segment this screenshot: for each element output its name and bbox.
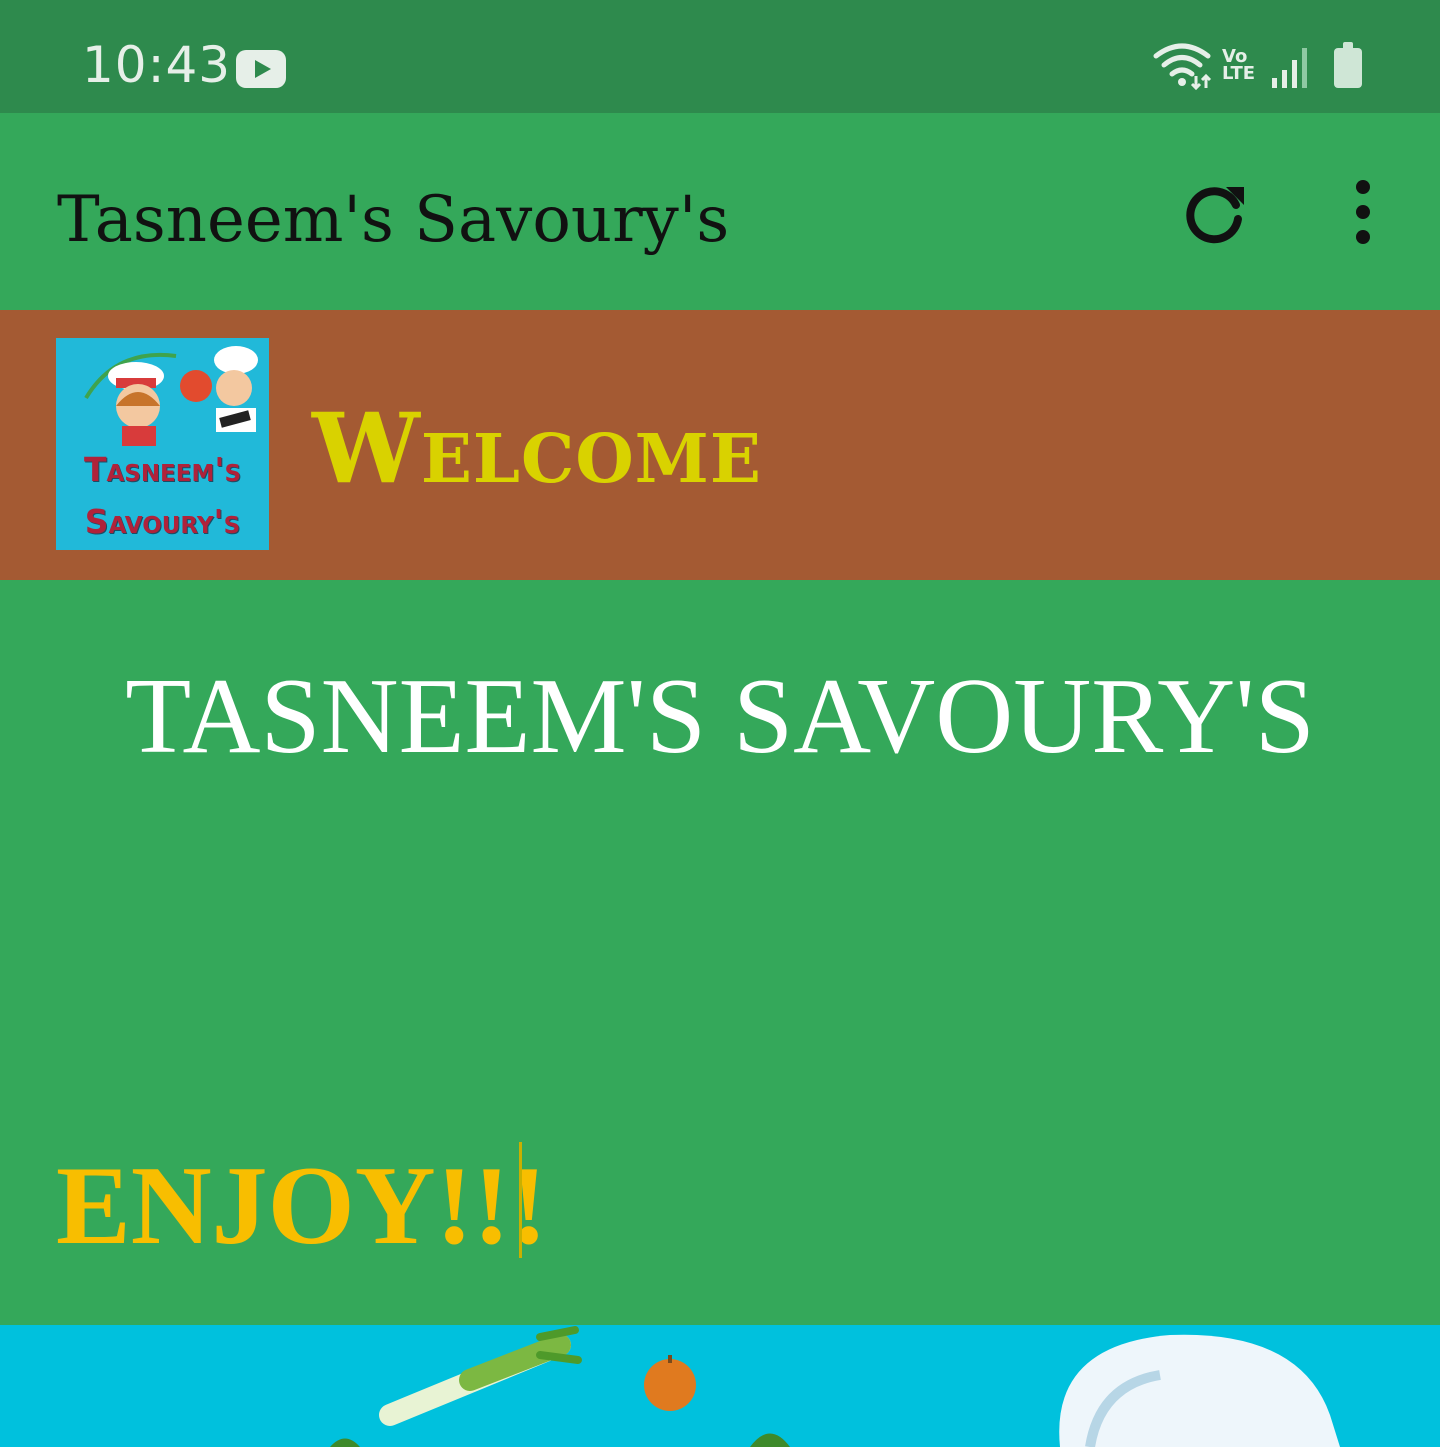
battery-icon xyxy=(1334,42,1362,88)
logo: Tasneem's Savoury's xyxy=(56,338,269,550)
welcome-band: Tasneem's Savoury's Welcome xyxy=(0,310,1440,580)
welcome-heading: Welcome xyxy=(312,392,762,505)
volte-icon: Vo LTE xyxy=(1222,48,1262,84)
bottom-banner-image xyxy=(0,1325,1440,1447)
logo-text-line2: Savoury's xyxy=(84,502,241,541)
status-bar: 10:43 Vo LTE xyxy=(0,0,1440,113)
status-time: 10:43 xyxy=(82,36,232,94)
banner-illustration xyxy=(330,1326,1340,1447)
youtube-icon xyxy=(236,50,286,88)
text-cursor xyxy=(519,1142,522,1258)
more-vert-icon[interactable] xyxy=(1340,177,1386,247)
logo-text-line1: Tasneem's xyxy=(83,450,242,489)
chef-illustration xyxy=(84,346,258,446)
enjoy-text: ENJOY!!! xyxy=(56,1144,548,1268)
wifi-icon xyxy=(1153,43,1212,90)
page-title: TASNEEM'S SAVOURY'S xyxy=(125,657,1315,776)
signal-icon xyxy=(1272,48,1307,88)
volte-label-bottom: LTE xyxy=(1222,63,1256,84)
refresh-icon[interactable] xyxy=(1182,179,1250,247)
app-title: Tasneem's Savoury's xyxy=(57,183,730,257)
app-bar: Tasneem's Savoury's xyxy=(0,113,1440,310)
